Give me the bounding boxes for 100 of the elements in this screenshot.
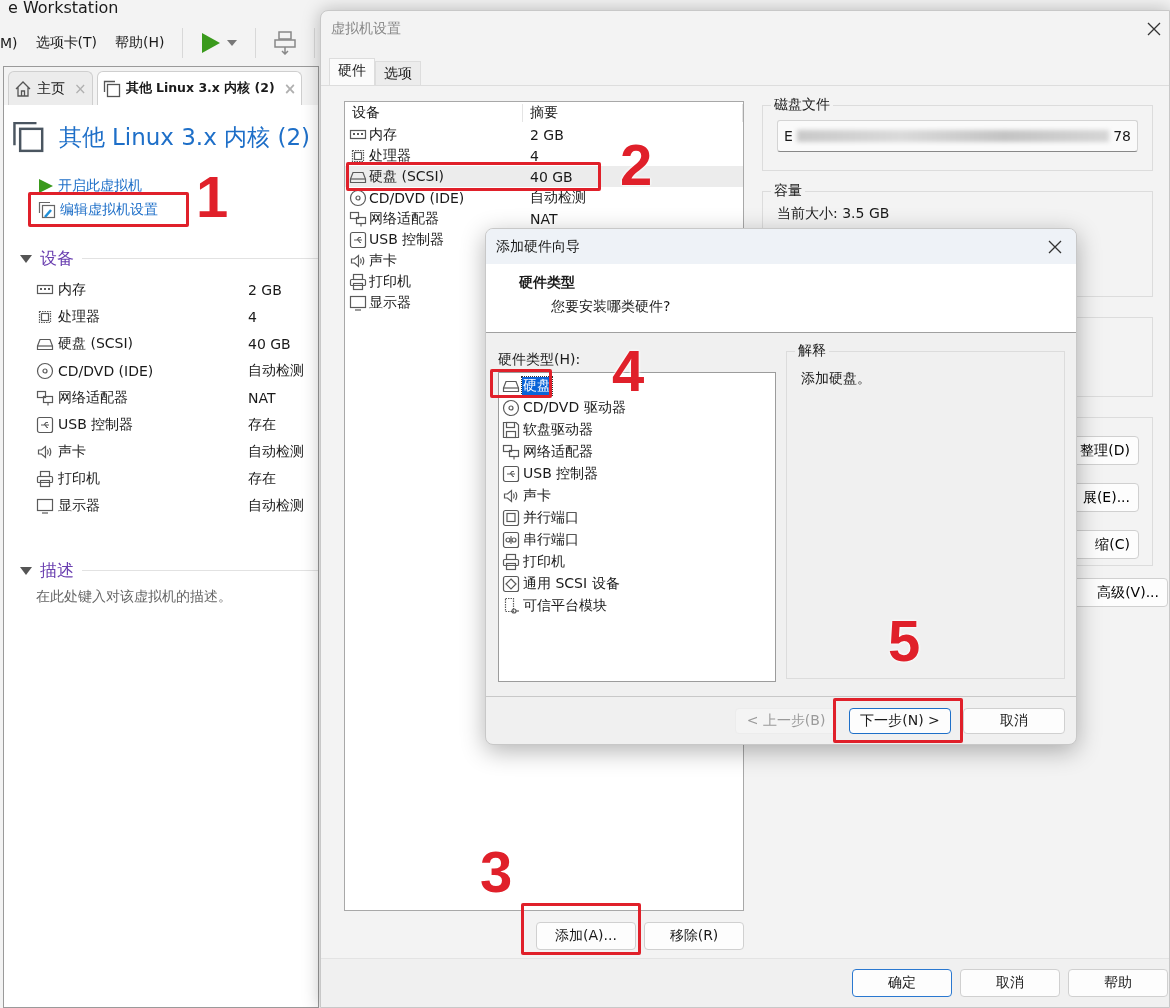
device-name: CD/DVD (IDE) [369,189,465,206]
edit-settings-link[interactable]: 编辑虚拟机设置 [38,201,158,219]
hardware-type-item[interactable]: 声卡 [502,485,775,507]
dialog-title: 添加硬件向导 [496,237,580,256]
column-header[interactable]: 设备 [345,104,523,122]
disk-file-field[interactable]: E 78 [777,120,1138,152]
hardware-type-item[interactable]: 通用 SCSI 设备 [502,573,775,595]
device-name: CD/DVD (IDE) [58,362,155,379]
power-on-link[interactable]: 开启此虚拟机 [38,177,142,195]
printer-icon [349,272,367,291]
device-summary: NAT [529,210,559,227]
wizard-button[interactable]: 下一步(N) > [849,707,951,734]
chip-key-icon [502,597,520,615]
network-icon [502,443,520,461]
device-name: 内存 [369,125,397,144]
device-name: 硬盘 (SCSI) [58,334,135,353]
serial-port-icon [502,531,520,549]
remove-button[interactable]: 移除(R) [644,922,744,950]
step-question: 您要安装哪类硬件? [550,298,672,317]
dialog-title: 虚拟机设置 [331,20,401,38]
tab[interactable]: 硬件 [329,58,375,85]
device-name: 打印机 [369,272,411,291]
monitor-icon [349,293,367,312]
section-heading: 描述 [40,559,74,582]
hardware-type-item[interactable]: CD/DVD 驱动器 [502,397,775,419]
edit-icon [38,201,56,219]
device-value: NAT [248,389,277,406]
toolbar-button[interactable] [274,31,297,55]
device-value: 存在 [248,415,277,434]
disc-icon [349,188,367,207]
group-label: 解释 [795,342,829,360]
dialog-button[interactable]: 取消 [960,969,1060,997]
hardware-type-item[interactable]: 软盘驱动器 [502,419,775,441]
power-on-button[interactable] [201,32,238,54]
port-icon [502,509,520,527]
device-value: 40 GB [248,335,292,352]
wizard-button[interactable]: 取消 [963,707,1065,734]
caret-icon [227,40,238,46]
step-number: 5 [888,612,921,670]
scsi-icon [502,575,520,593]
tab[interactable]: 其他 Linux 3.x 内核 (2) × [96,71,303,105]
device-name: 处理器 [369,146,411,165]
step-number: 1 [196,168,229,226]
network-icon [36,388,54,407]
step-number: 4 [612,342,645,400]
menu-item[interactable]: 选项卡(T) [35,32,98,54]
device-name: 内存 [58,280,87,299]
device-summary: 40 GB [529,168,574,185]
section-heading: 设备 [40,247,74,270]
description-placeholder[interactable]: 在此处键入对该虚拟机的描述。 [36,588,232,606]
device-value: 自动检测 [248,442,305,461]
device-summary: 自动检测 [529,188,587,207]
device-name: 显示器 [369,293,411,312]
collapse-icon[interactable] [20,254,32,263]
window-title: e Workstation [7,0,120,19]
hardware-type-item[interactable]: 可信平台模块 [502,595,775,617]
device-value: 4 [248,308,258,325]
printer-icon [502,553,520,571]
network-icon [274,31,297,55]
device-name: 显示器 [58,496,101,515]
step-number: 2 [620,136,653,194]
hardware-type-item[interactable]: 串行端口 [502,529,775,551]
current-size: 当前大小: 3.5 GB [777,205,890,221]
hardware-type-item[interactable]: 网络适配器 [502,441,775,463]
device-summary: 4 [529,147,540,164]
device-name: 声卡 [369,251,397,270]
group-label: 容量 [771,182,805,200]
highlight-frame [490,369,552,398]
dialog-button[interactable]: 帮助 [1068,969,1168,997]
device-value: 存在 [248,469,277,488]
device-name: 网络适配器 [58,388,129,407]
step-number: 3 [480,843,513,901]
device-name: 网络适配器 [369,209,439,228]
network-icon [349,209,367,228]
menu-item[interactable]: 帮助(H) [115,32,165,54]
monitor-icon [36,496,54,515]
usb-icon [349,230,367,249]
vm-icon [102,79,121,98]
explanation-text: 添加硬盘。 [801,370,871,386]
device-name: USB 控制器 [369,230,445,249]
usb-icon [502,465,520,483]
device-name: USB 控制器 [58,415,135,434]
menu-item[interactable]: M) [0,33,18,53]
hardware-type-item[interactable]: USB 控制器 [502,463,775,485]
tab[interactable]: 主页 × [8,71,93,105]
play-icon [38,178,54,194]
disc-icon [502,399,520,417]
usb-icon [36,415,54,434]
device-name: 处理器 [58,307,101,326]
device-name: 声卡 [58,442,87,461]
add-button[interactable]: 添加(A)... [536,922,636,950]
tab[interactable]: 选项 [375,61,421,85]
collapse-icon[interactable] [20,566,32,575]
speaker-icon [502,487,520,505]
hardware-type-item[interactable]: 打印机 [502,551,775,573]
printer-icon [36,469,54,488]
hardware-type-item[interactable]: 并行端口 [502,507,775,529]
dialog-button[interactable]: 确定 [852,969,952,997]
list-label: 硬件类型(H): [498,351,582,369]
column-header[interactable]: 摘要 [523,104,743,122]
